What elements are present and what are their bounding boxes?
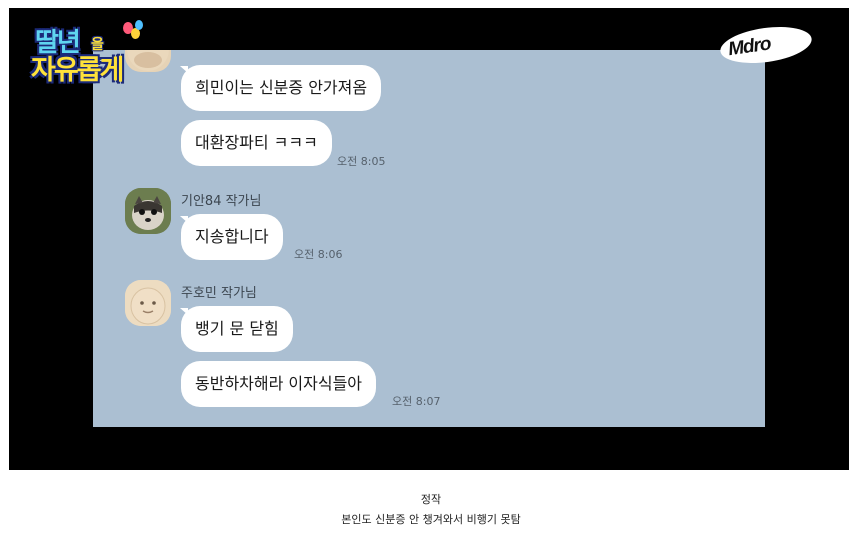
- caption-line-2: 본인도 신분증 안 챙겨와서 비행기 못탐: [341, 513, 521, 526]
- message-bubble: 대환장파티 ㅋㅋㅋ: [181, 120, 332, 166]
- message-bubble: 뱅기 문 닫힘: [181, 306, 293, 352]
- video-frame: 희민이는 신분증 안가져옴 대환장파티 ㅋㅋㅋ 오전 8:05 기안84 작가님…: [9, 8, 849, 470]
- show-logo: 딸년 을 자유롭게: [31, 20, 151, 86]
- message-time: 오전 8:05: [337, 155, 386, 168]
- sender-name: 주호민 작가님: [181, 286, 257, 301]
- chat-area: 희민이는 신분증 안가져옴 대환장파티 ㅋㅋㅋ 오전 8:05 기안84 작가님…: [93, 50, 765, 427]
- message-time: 오전 8:07: [392, 395, 441, 408]
- message-time: 오전 8:06: [294, 248, 343, 261]
- caption-line-1: 정작: [420, 493, 442, 506]
- message-bubble: 희민이는 신분증 안가져옴: [181, 65, 382, 111]
- sender-name: 기안84 작가님: [181, 194, 262, 209]
- balloon-icon: [135, 20, 143, 30]
- message-bubble: 동반하차해라 이자식들아: [181, 361, 377, 407]
- broadcaster-logo-text: Mdro: [726, 33, 772, 61]
- message-bubble: 지송합니다: [181, 214, 283, 260]
- avatar-juhomin: [125, 280, 171, 326]
- avatar-kian84: [125, 188, 171, 234]
- show-logo-subtitle: 자유롭게: [31, 55, 124, 86]
